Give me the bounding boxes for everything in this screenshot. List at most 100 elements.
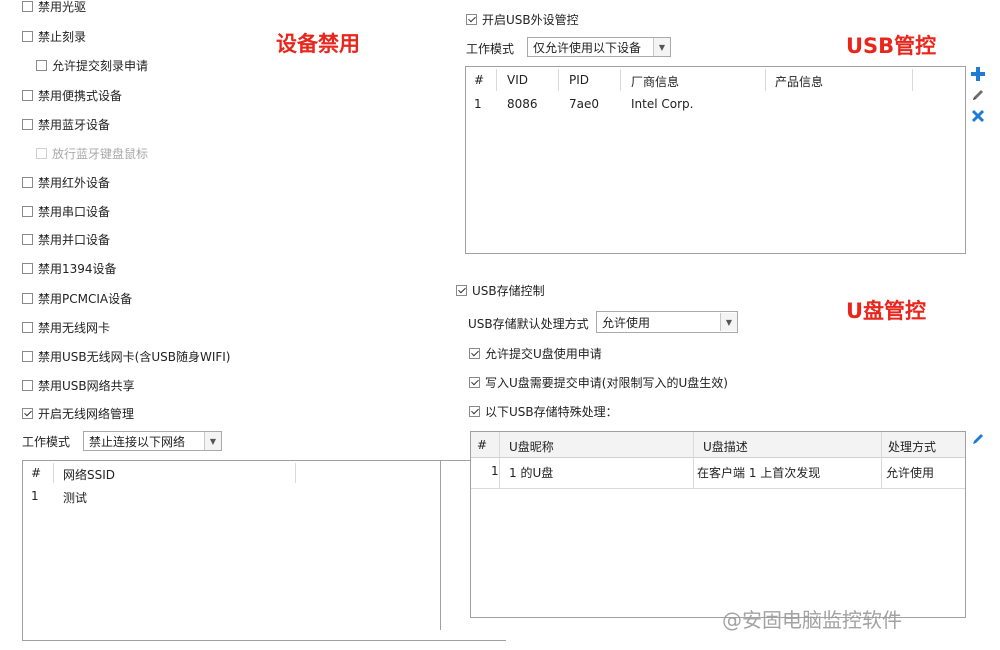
checkbox-label: 禁用并口设备 — [38, 232, 111, 247]
table-cell[interactable]: 测试 — [63, 489, 87, 506]
table-cell[interactable]: 1 的U盘 — [509, 464, 553, 481]
column-header-description: U盘描述 — [703, 440, 748, 454]
watermark-text: @安固电脑监控软件 — [722, 608, 902, 632]
checkbox-box[interactable] — [22, 30, 33, 42]
wifi-work-mode-select[interactable]: 禁止连接以下网络 ▼ — [83, 431, 222, 451]
checkbox-box[interactable] — [22, 321, 33, 333]
checkbox-label: USB存储控制 — [472, 283, 545, 298]
column-divider — [53, 463, 54, 483]
row-divider — [471, 488, 965, 489]
panel-border — [440, 460, 441, 630]
checkbox-allow-burn-request[interactable]: 允许提交刻录申请 — [36, 57, 148, 73]
column-divider — [693, 432, 694, 488]
column-header-index: # — [474, 73, 485, 87]
table-cell: 1 — [491, 464, 499, 478]
checkbox-box[interactable] — [22, 233, 33, 245]
checkbox-label: 以下USB存储特殊处理： — [485, 404, 618, 419]
checkbox-label: 禁用红外设备 — [38, 175, 111, 190]
checkbox-box[interactable] — [22, 379, 33, 391]
column-divider — [558, 69, 559, 91]
checkbox-label: 写入U盘需要提交申请(对限制写入的U盘生效) — [485, 375, 728, 390]
checkbox-label: 开启无线网络管理 — [38, 406, 135, 421]
section-title-device-disable: 设备禁用 — [276, 32, 360, 56]
checkbox-disable-serial[interactable]: 禁用串口设备 — [22, 203, 110, 219]
table-cell[interactable]: Intel Corp. — [631, 97, 693, 111]
checkbox-usb-storage-control[interactable]: USB存储控制 — [456, 282, 545, 298]
checkbox-box[interactable] — [22, 350, 33, 362]
checkbox-write-needs-request[interactable]: 写入U盘需要提交申请(对限制写入的U盘生效) — [469, 374, 728, 390]
checkbox-box[interactable] — [22, 0, 33, 12]
checkbox-allow-bt-keyboard-mouse: 放行蓝牙键盘鼠标 — [36, 145, 148, 161]
select-value: 仅允许使用以下设备 — [533, 40, 642, 55]
column-header-pid: PID — [569, 73, 590, 87]
table-cell[interactable]: 在客户端 1 上首次发现 — [697, 464, 820, 481]
checkbox-special-storage[interactable]: 以下USB存储特殊处理： — [469, 403, 618, 419]
checkbox-enable-usb-control[interactable]: 开启USB外设管控 — [466, 11, 579, 27]
delete-icon[interactable] — [970, 108, 986, 124]
checkbox-box[interactable] — [469, 376, 480, 388]
wifi-ssid-table: # 网络SSID 1 测试 — [22, 460, 506, 641]
checkbox-disable-parallel[interactable]: 禁用并口设备 — [22, 231, 110, 247]
checkbox-box[interactable] — [22, 407, 33, 419]
section-title-udisk-control: U盘管控 — [846, 299, 927, 323]
chevron-down-icon[interactable]: ▼ — [653, 38, 670, 56]
column-divider — [499, 432, 500, 488]
edit-icon[interactable] — [970, 431, 986, 447]
checkbox-label: 禁用便携式设备 — [38, 88, 123, 103]
checkbox-label: 禁用蓝牙设备 — [38, 117, 111, 132]
checkbox-box[interactable] — [22, 176, 33, 188]
udisk-table: # U盘昵称 U盘描述 处理方式 1 1 的U盘 在客户端 1 上首次发现 允许… — [470, 431, 966, 618]
checkbox-disable-portable[interactable]: 禁用便携式设备 — [22, 87, 122, 103]
checkbox-box[interactable] — [22, 262, 33, 274]
select-value: 禁止连接以下网络 — [89, 434, 186, 449]
checkbox-enable-wifi-management[interactable]: 开启无线网络管理 — [22, 405, 134, 421]
checkbox-disable-pcmcia[interactable]: 禁用PCMCIA设备 — [22, 290, 132, 306]
checkbox-disable-bluetooth[interactable]: 禁用蓝牙设备 — [22, 116, 110, 132]
column-header-index: # — [477, 438, 488, 452]
column-divider — [620, 69, 621, 91]
chevron-down-icon[interactable]: ▼ — [204, 432, 221, 450]
checkbox-box[interactable] — [36, 59, 47, 71]
select-value: 允许使用 — [602, 315, 651, 330]
checkbox-label: 禁用USB无线网卡(含USB随身WIFI) — [38, 349, 231, 364]
table-cell[interactable]: 7ae0 — [569, 97, 599, 111]
checkbox-box[interactable] — [22, 292, 33, 304]
checkbox-disable-1394[interactable]: 禁用1394设备 — [22, 260, 117, 276]
checkbox-disable-usb-tethering[interactable]: 禁用USB网络共享 — [22, 377, 135, 393]
checkbox-box[interactable] — [456, 284, 467, 296]
checkbox-box[interactable] — [469, 347, 480, 359]
column-header-index: # — [31, 466, 42, 480]
checkbox-box[interactable] — [22, 89, 33, 101]
checkbox-allow-udisk-request[interactable]: 允许提交U盘使用申请 — [469, 345, 602, 361]
checkbox-box[interactable] — [466, 13, 477, 25]
checkbox-disable-usb-wireless[interactable]: 禁用USB无线网卡(含USB随身WIFI) — [22, 348, 230, 364]
checkbox-box[interactable] — [22, 205, 33, 217]
table-cell[interactable]: 允许使用 — [886, 464, 934, 481]
checkbox-disable-optical[interactable]: 禁用光驱 — [22, 0, 86, 14]
column-header-vendor: 厂商信息 — [631, 75, 680, 89]
column-divider — [765, 69, 766, 91]
column-divider — [912, 69, 913, 91]
storage-default-select[interactable]: 允许使用 ▼ — [596, 311, 738, 333]
table-cell[interactable]: 8086 — [507, 97, 538, 111]
checkbox-label: 开启USB外设管控 — [482, 12, 579, 27]
checkbox-disable-burning[interactable]: 禁止刻录 — [22, 28, 86, 44]
checkbox-label: 放行蓝牙键盘鼠标 — [52, 146, 149, 161]
checkbox-box[interactable] — [469, 405, 480, 417]
checkbox-label: 允许提交U盘使用申请 — [485, 346, 602, 361]
checkbox-label: 禁止刻录 — [38, 29, 87, 44]
chevron-down-icon[interactable]: ▼ — [720, 313, 737, 331]
checkbox-label: 禁用PCMCIA设备 — [38, 291, 133, 306]
usb-work-mode-select[interactable]: 仅允许使用以下设备 ▼ — [527, 37, 671, 57]
checkbox-label: 禁用串口设备 — [38, 204, 111, 219]
checkbox-disable-infrared[interactable]: 禁用红外设备 — [22, 174, 110, 190]
column-divider — [496, 69, 497, 91]
checkbox-label: 允许提交刻录申请 — [52, 58, 149, 73]
checkbox-label: 禁用无线网卡 — [38, 320, 111, 335]
add-icon[interactable] — [970, 66, 986, 82]
checkbox-disable-wireless-card[interactable]: 禁用无线网卡 — [22, 319, 110, 335]
checkbox-box[interactable] — [22, 118, 33, 130]
column-header-action: 处理方式 — [888, 440, 937, 454]
edit-icon[interactable] — [970, 87, 986, 103]
section-title-usb-control: USB管控 — [846, 34, 937, 58]
